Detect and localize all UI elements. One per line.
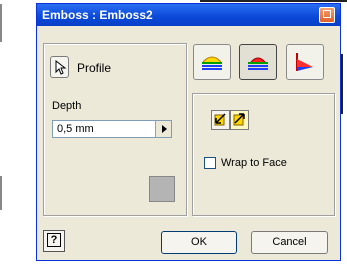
- emboss-from-face-button[interactable]: [193, 44, 231, 80]
- title-bar[interactable]: Emboss : Emboss2: [37, 4, 340, 26]
- cancel-button[interactable]: Cancel: [251, 231, 328, 254]
- title-help-button[interactable]: [319, 7, 335, 23]
- engrave-from-face-icon: [248, 57, 268, 70]
- emboss-type-group: [192, 44, 334, 84]
- depth-field[interactable]: 0,5 mm: [52, 120, 172, 138]
- ok-button[interactable]: OK: [161, 231, 237, 254]
- profile-select-button[interactable]: [50, 56, 69, 78]
- engrave-from-face-button[interactable]: [239, 44, 277, 80]
- emboss-from-face-icon: [202, 56, 222, 70]
- direction-1-icon: [214, 113, 226, 126]
- depth-menu-arrow[interactable]: [155, 121, 171, 137]
- direction-panel: Wrap to Face: [192, 93, 335, 216]
- emboss-engrave-from-plane-icon: [296, 53, 313, 71]
- background-edge: [0, 176, 2, 210]
- emboss-dialog: Emboss : Emboss2 Profile Depth 0,5 mm Wr…: [36, 3, 341, 261]
- direction-2-button[interactable]: [230, 110, 249, 130]
- profile-label: Profile: [77, 61, 112, 75]
- cursor-arrow-icon: [55, 59, 67, 75]
- background-edge: [341, 54, 343, 114]
- wrap-to-face-label: Wrap to Face: [221, 157, 287, 169]
- direction-2-icon: [233, 113, 245, 126]
- depth-value: 0,5 mm: [57, 123, 94, 135]
- help-icon: ?: [47, 233, 61, 247]
- help-button[interactable]: ?: [43, 230, 65, 252]
- depth-label: Depth: [52, 100, 82, 112]
- wrap-to-face-checkbox[interactable]: [204, 157, 216, 169]
- window-title: Emboss : Emboss2: [42, 8, 153, 22]
- emboss-engrave-from-plane-button[interactable]: [286, 44, 324, 80]
- profile-depth-panel: Profile Depth 0,5 mm: [43, 43, 187, 216]
- background-edge: [200, 0, 347, 2]
- background-edge: [0, 4, 2, 42]
- direction-1-button[interactable]: [211, 110, 230, 130]
- color-swatch-button[interactable]: [149, 176, 175, 202]
- help-icon: [323, 10, 331, 18]
